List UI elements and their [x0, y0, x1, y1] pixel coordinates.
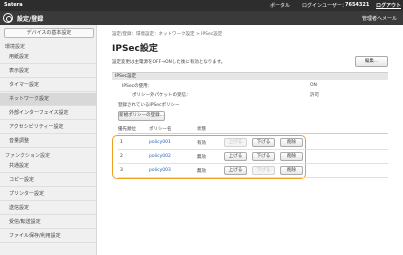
raise-priority-button[interactable]: 上げる	[224, 166, 247, 175]
lower-priority-button[interactable]: 下げる	[252, 138, 275, 147]
device-basic-settings-button[interactable]: デバイスの基本設定	[4, 28, 94, 38]
policy-name-link[interactable]: policy002	[149, 154, 171, 159]
status-cell: 無効	[197, 169, 206, 174]
portal-link[interactable]: ポータル	[270, 2, 290, 9]
app-title: 設定/登録	[17, 16, 44, 23]
restart-notice: 設定変更は主電源をOFF→ONした後に有効となります。	[112, 60, 226, 65]
section-header: IPSec設定	[112, 72, 388, 80]
raise-priority-button[interactable]: 上げる	[224, 138, 247, 147]
sidebar-item-send[interactable]: 送信設定	[0, 202, 96, 215]
login-user-label: ログインユーザー：	[302, 3, 347, 9]
priority-cell: 2	[120, 154, 123, 159]
priority-cell: 1	[120, 140, 123, 145]
sidebar-item-paper[interactable]: 用紙設定	[0, 51, 96, 64]
sidebar-item-file-storage[interactable]: ファイル保存/利用設定	[0, 230, 96, 243]
use-ipsec-label: IPSecの使用：	[122, 84, 153, 89]
policy-table-header: 優先順位 ポリシー名 状態	[118, 126, 388, 134]
settings-icon	[3, 13, 13, 23]
sidebar-item-accessibility[interactable]: アクセシビリティー設定	[0, 121, 96, 134]
register-policy-button[interactable]: 新規ポリシーの登録...	[118, 111, 165, 121]
policy-name-link[interactable]: policy001	[149, 140, 171, 145]
function-settings-heading: ファンクション設定	[5, 153, 51, 159]
lower-priority-button[interactable]: 下げる	[252, 152, 275, 161]
sidebar-item-volume[interactable]: 音量調整	[0, 135, 96, 148]
status-cell: 無効	[197, 155, 206, 160]
logout-link[interactable]: ログアウト	[376, 2, 401, 9]
status-cell: 有効	[197, 141, 206, 146]
column-policy-name: ポリシー名	[149, 127, 172, 132]
brand-logo: Satera	[4, 2, 23, 8]
delete-button[interactable]: 削除	[280, 152, 303, 161]
column-status: 状態	[197, 127, 206, 132]
delete-button[interactable]: 削除	[280, 138, 303, 147]
login-user-id: 7654321	[345, 2, 370, 8]
sidebar-item-printer[interactable]: プリンター設定	[0, 188, 96, 201]
registered-policies-label: 登録されているIPSecポリシー	[118, 103, 180, 108]
sidebar-item-receive-forward[interactable]: 受信/転送設定	[0, 216, 96, 229]
mail-to-admin-link[interactable]: 管理者へメール	[362, 15, 397, 22]
lower-priority-button[interactable]: 下げる	[252, 166, 275, 175]
sidebar-item-external-interface[interactable]: 外部インターフェイス設定	[0, 107, 96, 120]
sidebar-item-common[interactable]: 共通設定	[0, 160, 96, 173]
sidebar-item-display[interactable]: 表示設定	[0, 65, 96, 78]
sidebar-item-network[interactable]: ネットワーク設定	[0, 93, 96, 106]
policy-name-link[interactable]: policy003	[149, 168, 171, 173]
table-row: 1 policy001 有効 上げる 下げる 削除	[118, 136, 388, 150]
top-bar: Satera ポータル ログインユーザー： 7654321 ログアウト	[0, 0, 403, 11]
table-row: 3 policy003 無効 上げる 下げる 削除	[118, 164, 388, 178]
main-content: 設定/登録：環境設定：ネットワーク設定 > IPSec設定 IPSec設定 設定…	[98, 25, 403, 255]
use-ipsec-value: ON	[310, 83, 317, 88]
breadcrumb: 設定/登録：環境設定：ネットワーク設定 > IPSec設定	[112, 32, 223, 37]
edit-button[interactable]: 編集...	[355, 56, 388, 67]
sidebar: デバイスの基本設定 環境設定 用紙設定 表示設定 タイマー設定 ネットワーク設定…	[0, 25, 97, 255]
receive-policy-label: ポリシー外パケットの受信：	[132, 93, 191, 98]
column-priority: 優先順位	[118, 127, 136, 132]
raise-priority-button[interactable]: 上げる	[224, 152, 247, 161]
sidebar-item-timer[interactable]: タイマー設定	[0, 79, 96, 92]
page-title: IPSec設定	[112, 44, 158, 54]
preferences-heading: 環境設定	[5, 44, 26, 50]
delete-button[interactable]: 削除	[280, 166, 303, 175]
priority-cell: 3	[120, 168, 123, 173]
table-row: 2 policy002 無効 上げる 下げる 削除	[118, 150, 388, 164]
sidebar-item-copy[interactable]: コピー設定	[0, 174, 96, 187]
title-bar: 設定/登録 管理者へメール	[0, 11, 403, 25]
receive-policy-value: 許可	[310, 93, 319, 98]
